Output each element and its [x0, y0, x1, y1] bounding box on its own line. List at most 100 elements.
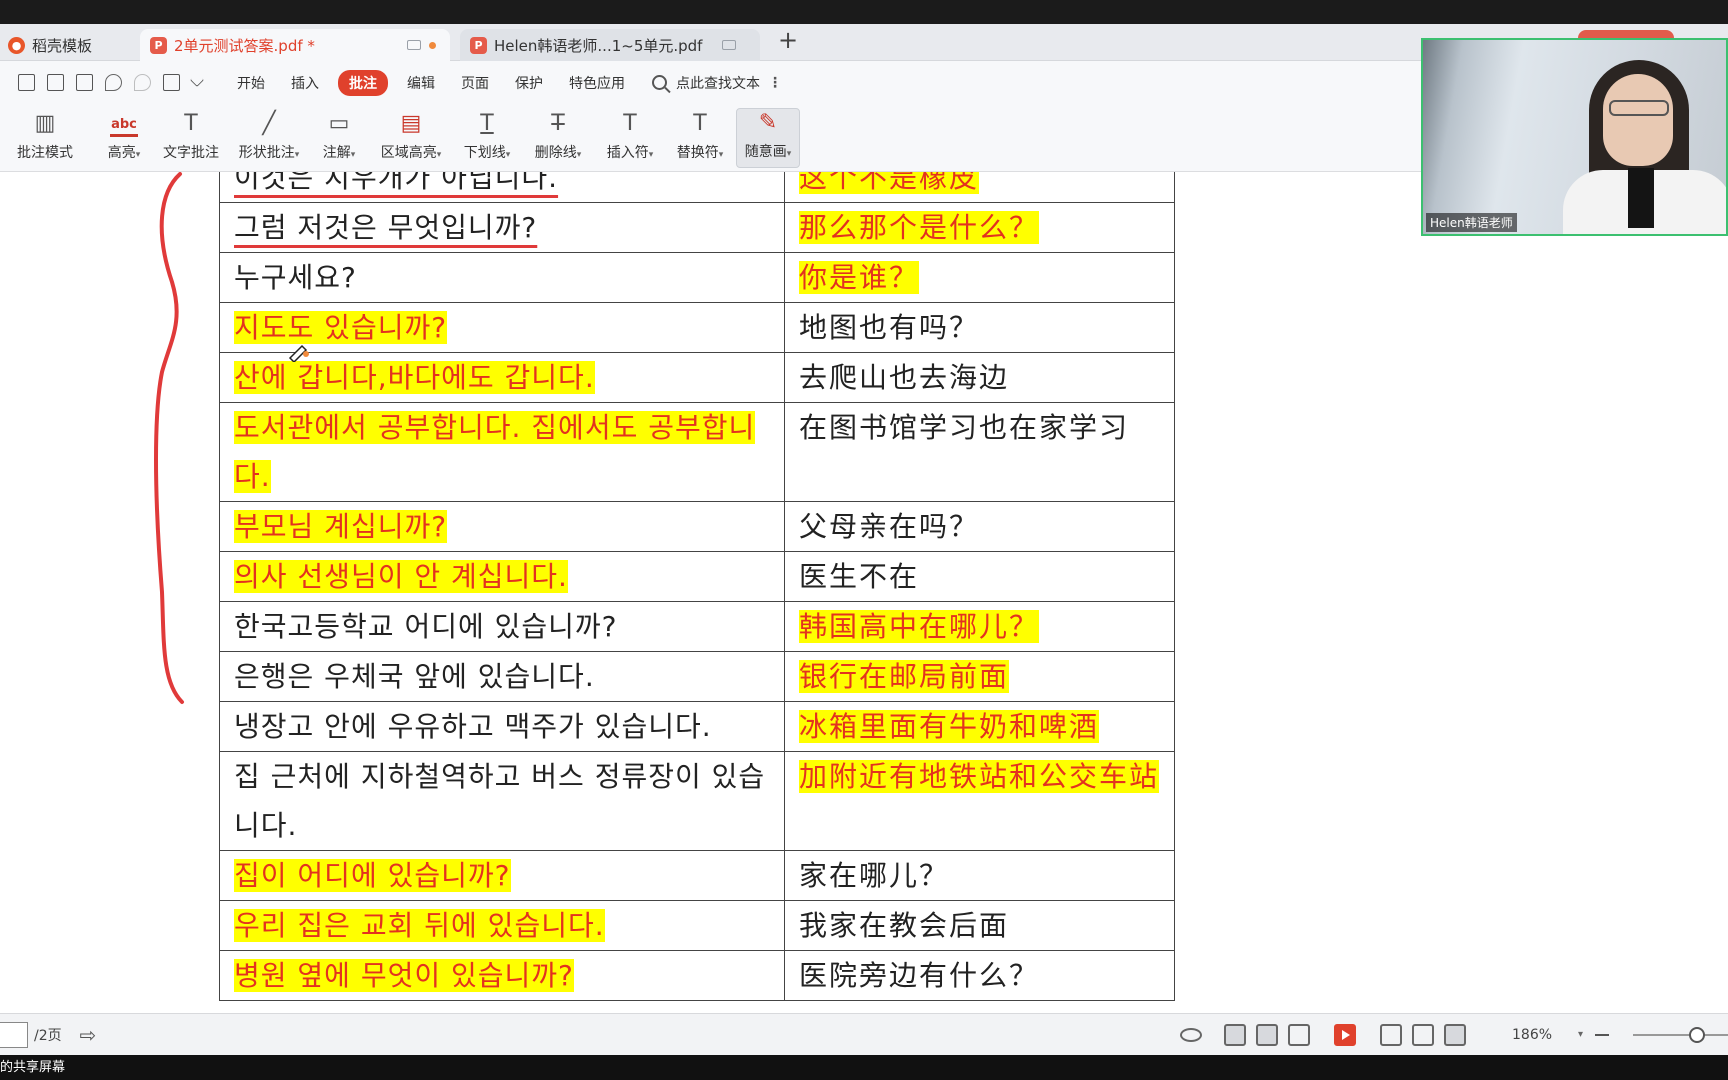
chinese-translation: 去爬山也去海边 [799, 361, 1010, 394]
new-tab-plus-icon[interactable]: + [778, 28, 798, 52]
red-ink-brace-annotation [154, 172, 184, 704]
chinese-translation: 这个不是橡皮 [799, 172, 980, 194]
chinese-cell: 这个不是橡皮 [784, 172, 1175, 203]
chinese-translation: 冰箱里面有牛奶和啤酒 [799, 710, 1100, 743]
view-mode-controls [1180, 1023, 1466, 1046]
eye-protection-icon[interactable] [1180, 1027, 1202, 1042]
fit-page-icon[interactable] [1412, 1023, 1434, 1046]
freehand-draw-button[interactable]: ✎ 随意画▾ [736, 108, 800, 168]
tab-helen-pdf[interactable]: P Helen韩语老师...1~5单元.pdf [460, 29, 760, 61]
monitor-icon[interactable] [722, 40, 737, 50]
tool-label: 替换符▾ [676, 145, 724, 161]
tool-label: 插入符▾ [606, 145, 654, 161]
korean-cell: 우리 집은 교회 뒤에 있습니다. [219, 900, 785, 951]
pdf-icon: P [470, 36, 487, 54]
single-page-icon[interactable] [1256, 1023, 1278, 1046]
text-comment-icon: T [184, 110, 198, 136]
find-text-search[interactable]: 点此查找文本 ⋮ [652, 73, 782, 93]
table-row: 지도도 있습니까? 地图也有吗？ [219, 302, 1175, 353]
shape-comment-button[interactable]: ╱ 形状批注▾ [232, 108, 306, 168]
highlight-button[interactable]: abc 高亮▾ [100, 108, 148, 168]
zoom-level[interactable]: 186% [1512, 1027, 1552, 1043]
answer-table: 이것은 지우개가 아닙니다. 这个不是橡皮 그럼 저것은 무엇입니까? 那么那个是什么… [219, 172, 1175, 1001]
more-options-icon[interactable]: ⋮ [768, 75, 782, 91]
chinese-cell: 医院旁边有什么？ [784, 950, 1175, 1001]
tool-label: 批注模式 [17, 145, 73, 161]
tab-daoke-templates[interactable]: ● 稻壳模板 [8, 29, 138, 61]
table-row: 냉장고 안에 우유하고 맥주가 있습니다. 冰箱里面有牛奶和啤酒 [219, 701, 1175, 752]
chinese-translation: 医生不在 [799, 560, 920, 593]
menu-features[interactable]: 特色应用 [569, 73, 625, 93]
zoom-slider[interactable] [1633, 1026, 1728, 1043]
tool-label: 区域高亮▾ [380, 145, 442, 161]
undo-icon[interactable] [105, 74, 122, 91]
play-presentation-icon[interactable] [1334, 1023, 1356, 1046]
chinese-translation: 加附近有地铁站和公交车站 [799, 760, 1160, 793]
korean-cell: 누구세요? [219, 252, 785, 303]
pen-icon: ✎ [758, 110, 778, 135]
tab-active-pdf[interactable]: P 2单元测试答案.pdf * [140, 29, 450, 61]
tool-label: 文字批注 [163, 145, 219, 161]
actual-size-icon[interactable] [1380, 1023, 1402, 1046]
annotation-mode-button[interactable]: ▥ 批注模式 [12, 108, 78, 168]
note-button[interactable]: ▭ 注解▾ [316, 108, 362, 168]
monitor-icon[interactable] [407, 40, 421, 50]
goto-page-arrow-icon[interactable]: ⇨ [80, 1023, 97, 1047]
korean-sentence: 병원 옆에 무엇이 있습니까? [234, 959, 574, 992]
menu-edit[interactable]: 编辑 [407, 73, 435, 93]
korean-sentence: 집 근처에 지하철역하고 버스 정류장이 있습니다. [234, 760, 766, 842]
tool-label: 形状批注▾ [238, 145, 300, 161]
pdf-document-view[interactable]: 이것은 지우개가 아닙니다. 这个不是橡皮 그럼 저것은 무엇입니까? 那么那个是什么… [0, 172, 1728, 1013]
tab-label: 稻壳模板 [32, 36, 93, 55]
chinese-cell: 你是谁？ [784, 252, 1175, 303]
zoom-dropdown-icon[interactable]: ▾ [1578, 1029, 1583, 1040]
text-comment-button[interactable]: T 文字批注 [158, 108, 224, 168]
export-icon[interactable] [163, 74, 180, 91]
replace-mark-button[interactable]: T 替换符▾ [670, 108, 730, 168]
chinese-cell: 在图书馆学习也在家学习 [784, 402, 1175, 502]
insert-mark-button[interactable]: T 插入符▾ [600, 108, 660, 168]
chinese-translation: 家在哪儿？ [799, 859, 950, 892]
underline-button[interactable]: T 下划线▾ [458, 108, 516, 168]
fit-width-icon[interactable] [1444, 1023, 1466, 1046]
table-row: 의사 선생님이 안 계십니다. 医生不在 [219, 551, 1175, 602]
korean-sentence: 도서관에서 공부합니다. 집에서도 공부합니다. [234, 411, 756, 493]
chinese-cell: 医生不在 [784, 551, 1175, 602]
underline-icon: T [480, 110, 494, 136]
table-row: 도서관에서 공부합니다. 집에서도 공부합니다. 在图书馆学习也在家学习 [219, 402, 1175, 502]
two-page-icon[interactable] [1288, 1023, 1310, 1046]
redo-icon[interactable] [134, 74, 151, 91]
continuous-view-icon[interactable] [1224, 1023, 1246, 1046]
zoom-slider-knob[interactable] [1689, 1026, 1706, 1043]
zoom-controls: ▾ [1578, 1026, 1728, 1043]
table-row: 이것은 지우개가 아닙니다. 这个不是橡皮 [219, 172, 1175, 203]
korean-sentence: 누구세요? [234, 261, 357, 294]
top-black-bar [0, 0, 1728, 24]
page-number-input[interactable] [0, 1021, 28, 1048]
open-folder-icon[interactable] [18, 74, 35, 91]
menu-annotate[interactable]: 批注 [338, 69, 388, 96]
chinese-translation: 地图也有吗？ [799, 311, 980, 344]
strikethrough-button[interactable]: T 删除线▾ [528, 108, 588, 168]
webcam-overlay[interactable]: Helen韩语老师 [1421, 38, 1728, 236]
menu-start[interactable]: 开始 [237, 73, 265, 93]
area-highlight-button[interactable]: ▤ 区域高亮▾ [374, 108, 448, 168]
presenter-collar [1628, 168, 1654, 228]
korean-cell: 의사 선생님이 안 계십니다. [219, 551, 785, 602]
chinese-cell: 那么那个是什么？ [784, 202, 1175, 253]
menu-insert[interactable]: 插入 [291, 73, 319, 93]
search-icon [652, 75, 667, 90]
print-icon[interactable] [76, 74, 93, 91]
menu-page[interactable]: 页面 [461, 73, 489, 93]
save-icon[interactable] [47, 74, 64, 91]
presenter-glasses [1609, 100, 1669, 116]
zoom-out-icon[interactable] [1595, 1033, 1610, 1036]
tab-label: 2单元测试答案.pdf * [174, 36, 315, 55]
chevron-down-icon[interactable] [189, 72, 205, 87]
pen-cursor-icon [288, 344, 309, 362]
korean-cell: 도서관에서 공부합니다. 집에서도 공부합니다. [219, 402, 785, 502]
table-row: 그럼 저것은 무엇입니까? 那么那个是什么？ [219, 202, 1175, 253]
table-row: 집이 어디에 있습니까? 家在哪儿？ [219, 850, 1175, 901]
chinese-translation: 父母亲在吗？ [799, 510, 980, 543]
menu-protect[interactable]: 保护 [515, 73, 543, 93]
